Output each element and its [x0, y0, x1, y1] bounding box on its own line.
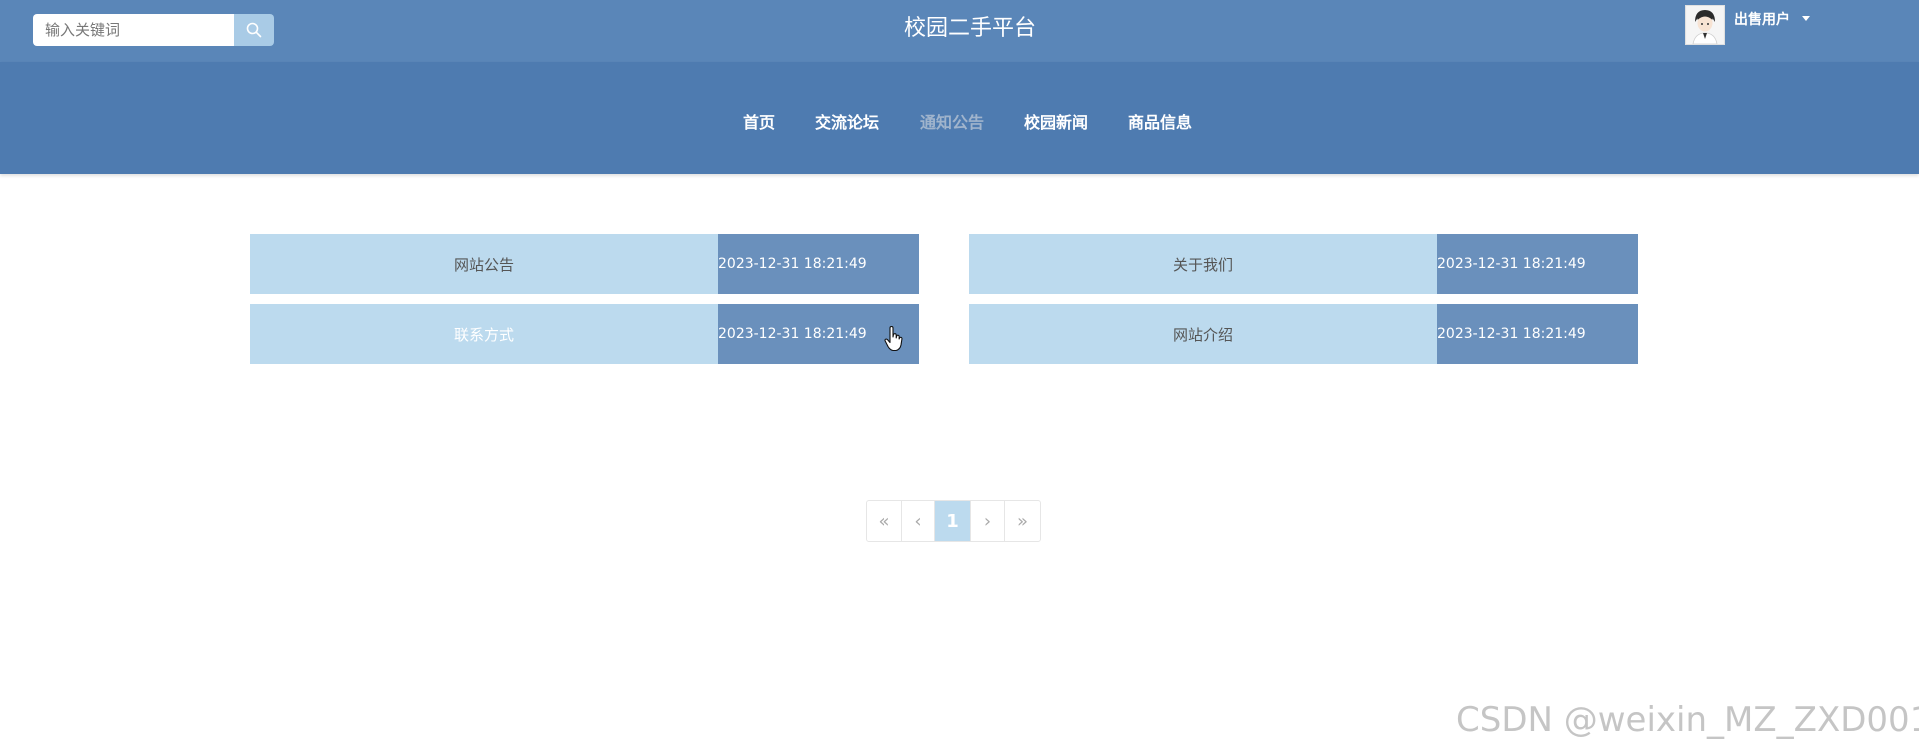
notice-date: 2023-12-31 18:21:49 [1437, 234, 1638, 294]
user-name[interactable]: 出售用户 [1734, 9, 1790, 29]
hand-cursor-icon [884, 326, 903, 352]
notice-card[interactable]: 网站公告 2023-12-31 18:21:49 [250, 234, 919, 294]
notice-title[interactable]: 网站介绍 [969, 304, 1437, 364]
nav-item-notices[interactable]: 通知公告 [920, 109, 984, 133]
top-bar: 校园二手平台 出售用户 [0, 0, 1919, 62]
user-menu[interactable]: 出售用户 [1685, 5, 1810, 45]
nav-item-products[interactable]: 商品信息 [1128, 109, 1192, 133]
nav-item-home[interactable]: 首页 [743, 109, 775, 133]
notice-title[interactable]: 联系方式 [250, 304, 718, 364]
notice-title[interactable]: 网站公告 [250, 234, 718, 294]
notice-date: 2023-12-31 18:21:49 [718, 234, 919, 294]
notice-card[interactable]: 关于我们 2023-12-31 18:21:49 [969, 234, 1638, 294]
watermark: CSDN @weixin_MZ_ZXD001 [1456, 700, 1919, 740]
nav-item-campus-news[interactable]: 校园新闻 [1024, 109, 1088, 133]
user-avatar-icon [1687, 6, 1723, 44]
notice-title[interactable]: 关于我们 [969, 234, 1437, 294]
notice-date: 2023-12-31 18:21:49 [1437, 304, 1638, 364]
chevron-down-icon[interactable] [1802, 16, 1810, 21]
site-title: 校园二手平台 [903, 16, 1036, 41]
nav-item-forum[interactable]: 交流论坛 [815, 109, 879, 133]
notice-card[interactable]: 联系方式 2023-12-31 18:21:49 [250, 304, 919, 364]
last-page-button[interactable]: » [1005, 501, 1040, 541]
prev-page-button[interactable]: ‹ [902, 501, 935, 541]
notice-card[interactable]: 网站介绍 2023-12-31 18:21:49 [969, 304, 1638, 364]
avatar[interactable] [1685, 5, 1725, 45]
first-page-button[interactable]: « [867, 501, 902, 541]
nav-list: 首页 交流论坛 通知公告 校园新闻 商品信息 [0, 62, 1919, 174]
pagination: « ‹ 1 › » [866, 500, 1041, 542]
main-nav: 首页 交流论坛 通知公告 校园新闻 商品信息 [0, 62, 1919, 174]
next-page-button[interactable]: › [971, 501, 1005, 541]
page-number-button[interactable]: 1 [935, 501, 971, 541]
